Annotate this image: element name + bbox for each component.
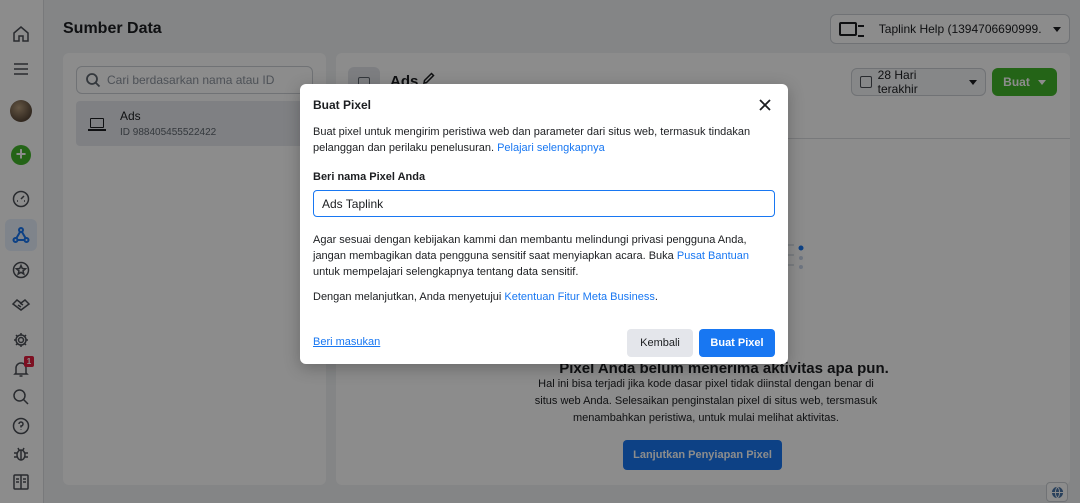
terms-link[interactable]: Ketentuan Fitur Meta Business — [504, 291, 654, 303]
terms-notice: Dengan melanjutkan, Anda menyetujui Kete… — [313, 289, 775, 305]
close-icon[interactable] — [756, 96, 774, 114]
privacy-notice: Agar sesuai dengan kebijakan kammi dan m… — [313, 232, 775, 280]
pixel-name-input[interactable] — [313, 190, 775, 217]
back-button[interactable]: Kembali — [627, 329, 693, 357]
agree-text: Dengan melanjutkan, Anda menyetujui — [313, 291, 505, 303]
create-pixel-button[interactable]: Buat Pixel — [699, 329, 775, 357]
create-pixel-dialog: Buat Pixel Buat pixel untuk mengirim per… — [300, 84, 788, 364]
privacy-text-after: untuk mempelajari selengkapnya tentang d… — [313, 266, 579, 278]
give-feedback-link[interactable]: Beri masukan — [313, 336, 380, 348]
pixel-name-label: Beri nama Pixel Anda — [313, 171, 426, 183]
learn-more-link[interactable]: Pelajari selengkapnya — [497, 142, 605, 154]
agree-end: . — [654, 291, 658, 303]
dialog-title: Buat Pixel — [313, 98, 372, 112]
help-center-link[interactable]: Pusat Bantuan — [677, 250, 749, 262]
dialog-intro: Buat pixel untuk mengirim peristiwa web … — [313, 124, 773, 156]
